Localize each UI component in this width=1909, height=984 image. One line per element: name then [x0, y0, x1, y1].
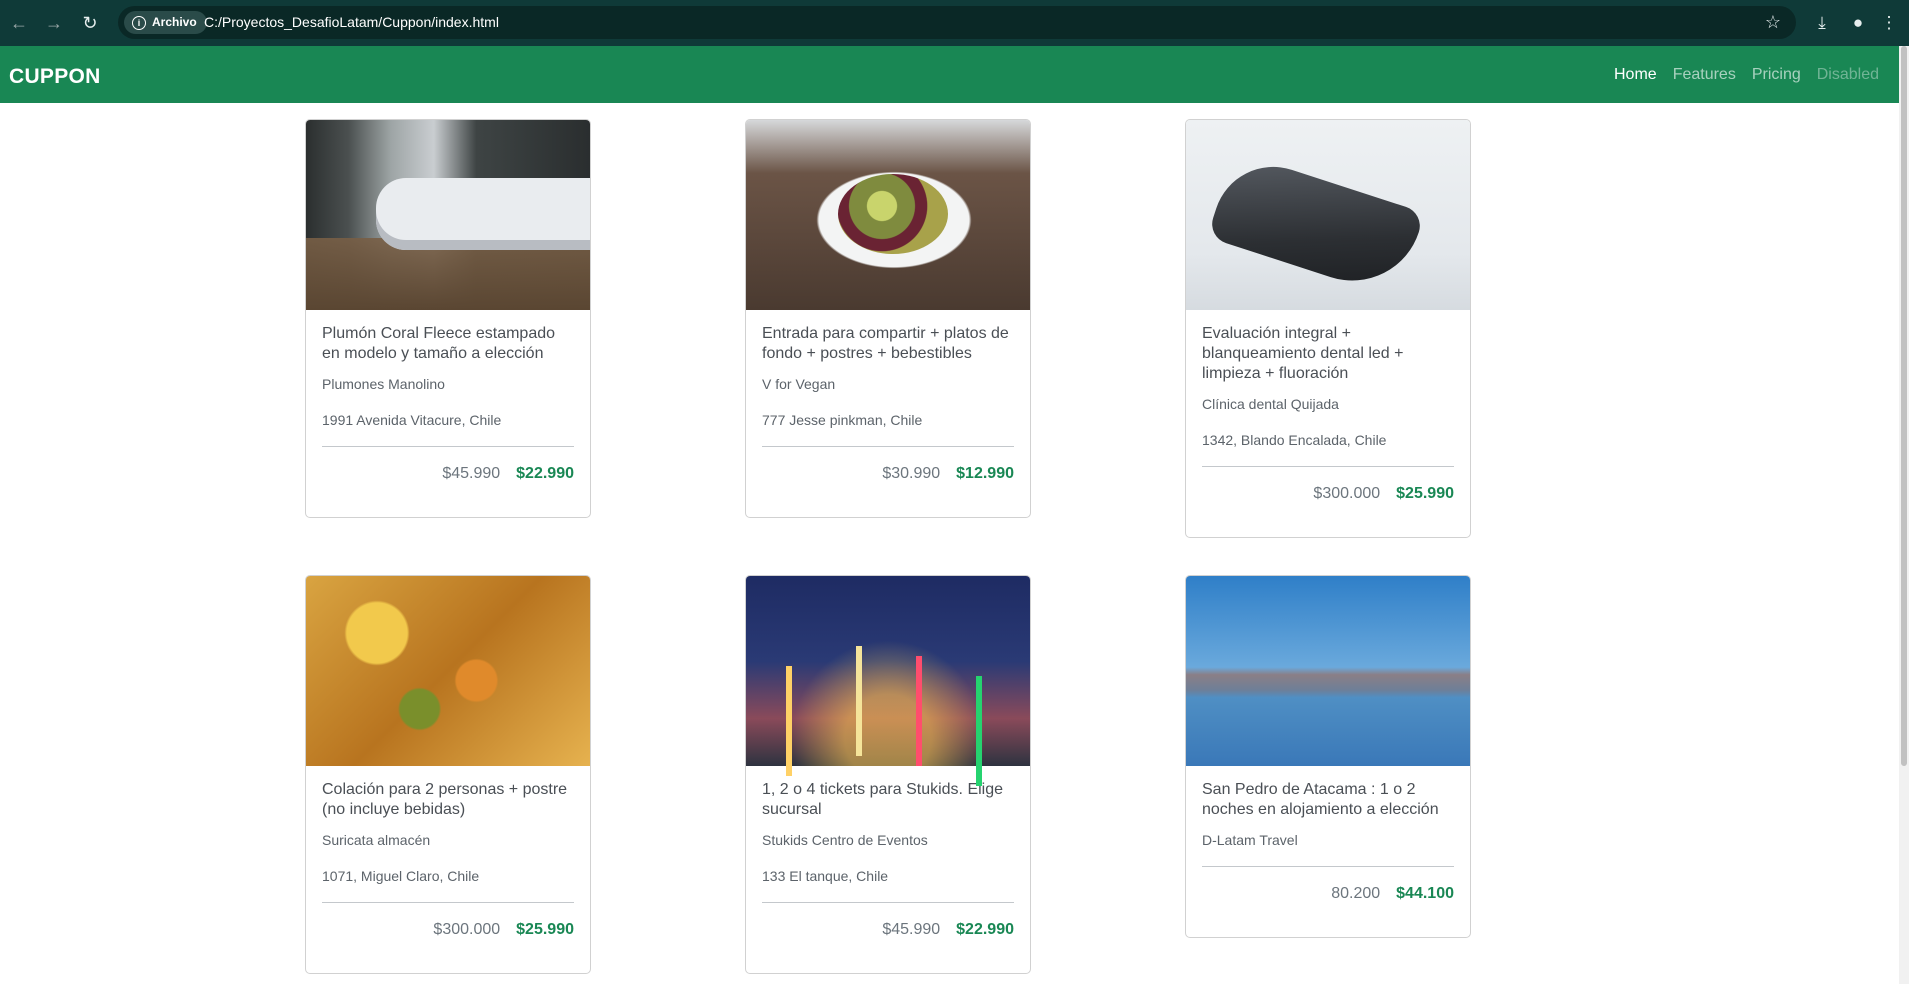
new-price: $12.990: [956, 465, 1014, 482]
card-title: San Pedro de Atacama : 1 o 2 noches en a…: [1202, 781, 1439, 818]
card-prices: $300.000 $25.990: [1202, 485, 1454, 537]
card-title: Evaluación integral + blanqueamiento den…: [1202, 325, 1404, 382]
old-price: 80.200: [1331, 885, 1381, 902]
coupon-card[interactable]: Plumón Coral Fleece estampado en modelo …: [305, 119, 591, 518]
scrollbar-thumb[interactable]: [1901, 46, 1907, 766]
coupon-card[interactable]: 1, 2 o 4 tickets para Stukids. Elige suc…: [745, 575, 1031, 974]
nav-links: Home Features Pricing Disabled: [1614, 46, 1879, 103]
old-price: $300.000: [433, 921, 501, 938]
reload-icon[interactable]: ↻: [78, 11, 102, 35]
food-dish-photo: [306, 576, 590, 766]
card-vendor: Stukids Centro de Eventos: [762, 832, 928, 848]
card-prices: $30.990 $12.990: [762, 465, 1014, 517]
coupon-card[interactable]: Evaluación integral + blanqueamiento den…: [1185, 119, 1471, 538]
card-vendor: V for Vegan: [762, 376, 836, 392]
card-address: 777 Jesse pinkman, Chile: [762, 412, 923, 428]
menu-kebab-icon[interactable]: ⋮: [1877, 11, 1901, 35]
card-title: Colación para 2 personas + postre (no in…: [322, 781, 568, 818]
nav-link-pricing[interactable]: Pricing: [1752, 66, 1801, 84]
new-price: $25.990: [516, 921, 574, 938]
nav-link-home[interactable]: Home: [1614, 66, 1657, 84]
bed-photo: [306, 120, 590, 310]
card-divider: [322, 902, 574, 903]
nav-link-features[interactable]: Features: [1673, 66, 1736, 84]
old-price: $45.990: [882, 921, 941, 938]
card-divider: [762, 902, 1014, 903]
address-bar[interactable]: i Archivo C:/Proyectos_DesafioLatam/Cupp…: [118, 6, 1796, 39]
card-vendor: Clínica dental Quijada: [1202, 396, 1339, 412]
card-divider: [762, 446, 1014, 447]
dental-chair-photo: [1186, 120, 1470, 310]
card-vendor: Plumones Manolino: [322, 376, 445, 392]
profile-icon[interactable]: ●: [1846, 11, 1870, 35]
brand-logo[interactable]: CUPPON: [9, 46, 101, 103]
card-address: 1071, Miguel Claro, Chile: [322, 868, 480, 884]
old-price: $30.990: [882, 465, 941, 482]
site-info-label: Archivo: [152, 15, 197, 29]
info-icon: i: [132, 15, 146, 30]
card-prices: 80.200 $44.100: [1202, 885, 1454, 937]
card-address: 133 El tanque, Chile: [762, 868, 889, 884]
card-address: 1991 Avenida Vitacure, Chile: [322, 412, 502, 428]
coupon-card[interactable]: Colación para 2 personas + postre (no in…: [305, 575, 591, 974]
card-title: Entrada para compartir + platos de fondo…: [762, 325, 1009, 362]
card-title: 1, 2 o 4 tickets para Stukids. Elige suc…: [762, 781, 1004, 818]
bookmark-star-icon[interactable]: ☆: [1762, 11, 1784, 33]
card-prices: $45.990 $22.990: [762, 921, 1014, 973]
card-address: 1342, Blando Encalada, Chile: [1202, 432, 1387, 448]
fair-photo: [746, 576, 1030, 766]
navbar: CUPPON Home Features Pricing Disabled: [0, 46, 1899, 103]
new-price: $25.990: [1396, 485, 1454, 502]
new-price: $22.990: [956, 921, 1014, 938]
new-price: $22.990: [516, 465, 574, 482]
card-prices: $45.990 $22.990: [322, 465, 574, 517]
coupon-card[interactable]: Entrada para compartir + platos de fondo…: [745, 119, 1031, 518]
nav-link-disabled: Disabled: [1816, 65, 1879, 83]
coupon-card[interactable]: San Pedro de Atacama : 1 o 2 noches en a…: [1185, 575, 1471, 938]
atacama-photo: [1186, 576, 1470, 766]
card-prices: $300.000 $25.990: [322, 921, 574, 973]
forward-arrow-icon[interactable]: →: [42, 11, 66, 35]
card-vendor: Suricata almacén: [322, 832, 431, 848]
card-divider: [1202, 866, 1454, 867]
site-info-chip[interactable]: i Archivo: [124, 11, 207, 34]
page-scrollbar[interactable]: [1899, 46, 1909, 984]
browser-toolbar: ← → ↻ i Archivo C:/Proyectos_DesafioLata…: [0, 0, 1909, 46]
card-divider: [322, 446, 574, 447]
old-price: $300.000: [1313, 485, 1381, 502]
card-title: Plumón Coral Fleece estampado en modelo …: [322, 325, 556, 362]
salad-photo: [746, 120, 1030, 310]
card-vendor: D-Latam Travel: [1202, 832, 1298, 848]
card-divider: [1202, 466, 1454, 467]
url-text[interactable]: C:/Proyectos_DesafioLatam/Cuppon/index.h…: [204, 6, 499, 39]
download-icon[interactable]: ⤓: [1810, 11, 1834, 35]
old-price: $45.990: [442, 465, 501, 482]
new-price: $44.100: [1396, 885, 1454, 902]
back-arrow-icon[interactable]: ←: [7, 11, 31, 35]
